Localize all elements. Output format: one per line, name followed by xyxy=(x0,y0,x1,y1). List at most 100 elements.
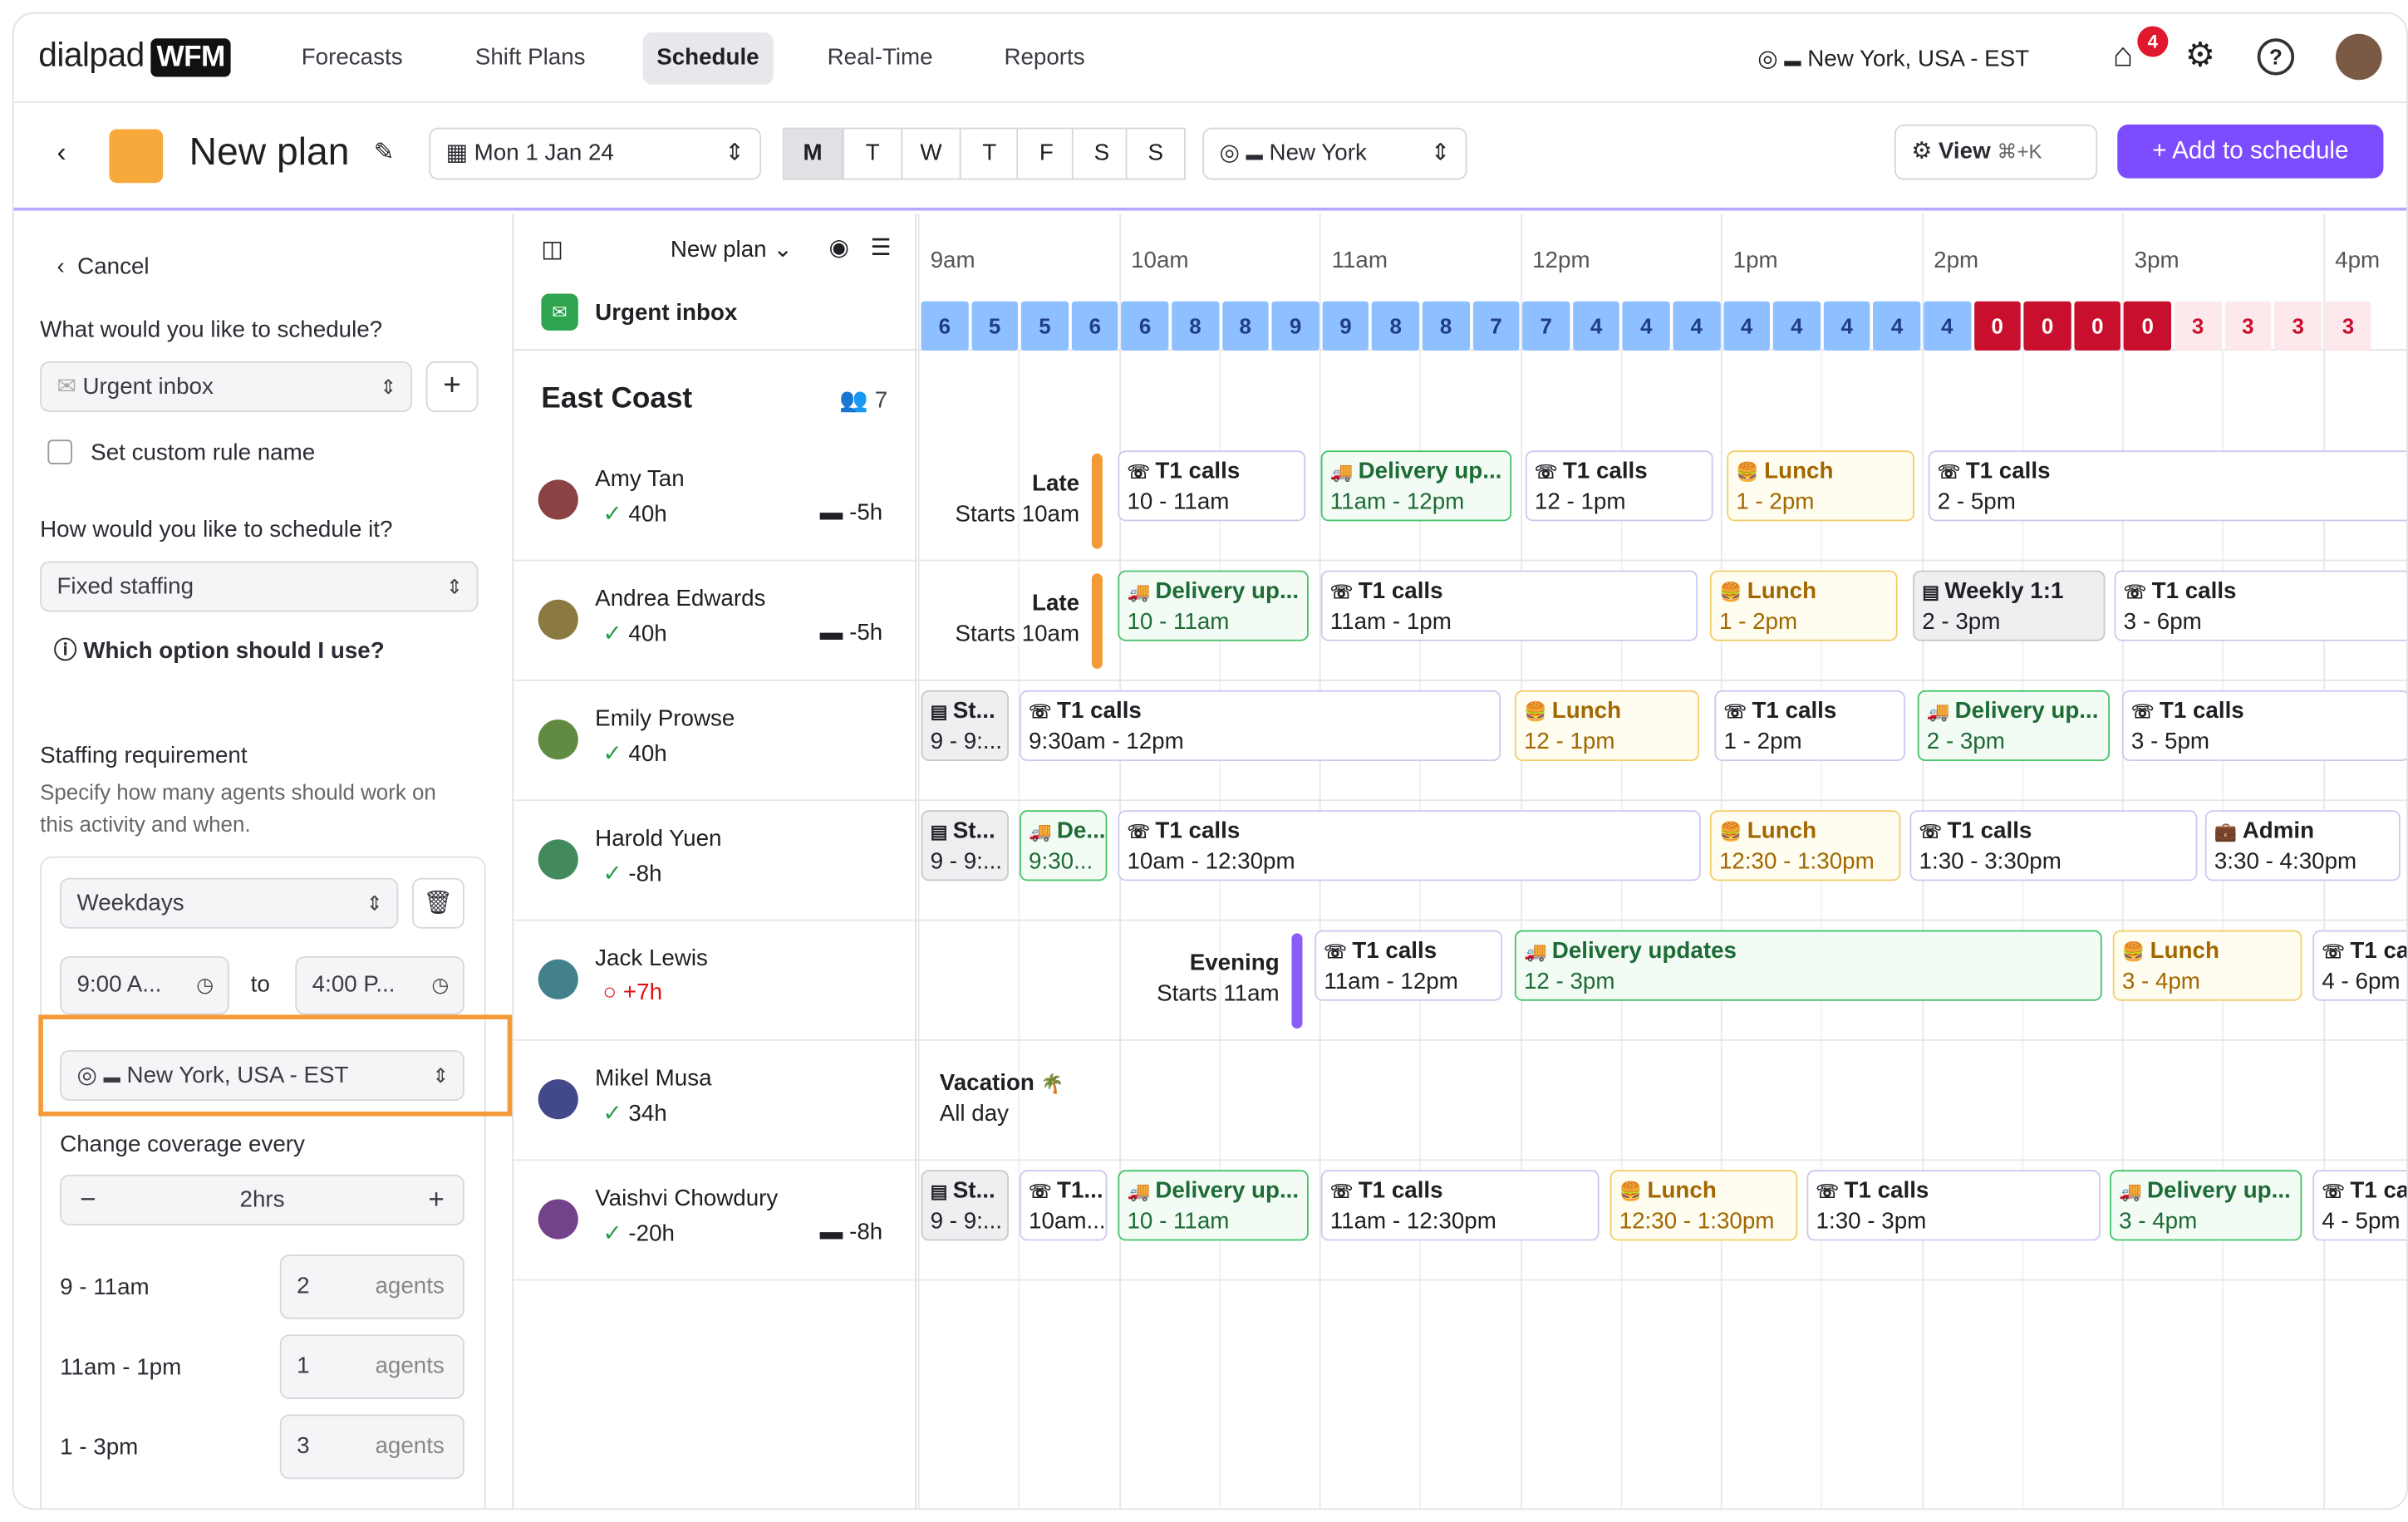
activity-block[interactable]: 🚚 De... 9:30... xyxy=(1019,810,1108,881)
nav-shift-plans[interactable]: Shift Plans xyxy=(461,32,599,85)
start-time-input[interactable]: 9:00 A... ◷ xyxy=(60,956,229,1015)
end-time-input[interactable]: 4:00 P... ◷ xyxy=(295,956,464,1015)
activity-block[interactable]: 🍔 Lunch 12:30 - 1:30pm xyxy=(1609,1170,1798,1241)
coverage-cell[interactable]: 9 xyxy=(1322,301,1369,351)
agents-input[interactable]: 1 agents xyxy=(279,1334,464,1400)
activity-block[interactable]: 🚚 Delivery up... 11am - 12pm xyxy=(1320,450,1512,522)
person-cell[interactable]: Emily Prowse ✓ 40h xyxy=(514,681,917,801)
user-avatar[interactable] xyxy=(2336,33,2382,81)
activity-block[interactable]: ☏ T1 calls 1:30 - 3pm xyxy=(1806,1170,2101,1241)
activity-block[interactable]: ☏ T1... 10am... xyxy=(1019,1170,1108,1241)
agents-input[interactable]: 2 agents xyxy=(279,1254,464,1319)
person-cell[interactable]: Mikel Musa ✓ 34h xyxy=(514,1041,917,1161)
person-cell[interactable]: Amy Tan ✓ 40h ▬ -5h xyxy=(514,441,917,561)
coverage-cell[interactable]: 0 xyxy=(2124,301,2172,351)
back-icon[interactable]: ‹ xyxy=(57,137,66,169)
activity-block[interactable]: 🍔 Lunch 3 - 4pm xyxy=(2112,930,2302,1001)
coverage-stepper[interactable]: − 2hrs + xyxy=(60,1174,464,1225)
help-link[interactable]: ⓘ Which option should I use? xyxy=(54,633,385,665)
coverage-cell[interactable]: 4 xyxy=(1823,301,1871,351)
delete-icon[interactable]: 🗑 xyxy=(411,877,464,929)
activity-block[interactable]: 🚚 Delivery updates 12 - 3pm xyxy=(1514,930,2102,1001)
activity-block[interactable]: 🍔 Lunch 1 - 2pm xyxy=(1727,450,1914,522)
coverage-cell[interactable]: 8 xyxy=(1221,301,1270,351)
activity-block[interactable]: ☏ T1 calls 11am - 1pm xyxy=(1320,570,1698,641)
activity-block[interactable]: 🍔 Lunch 12:30 - 1:30pm xyxy=(1709,810,1901,881)
filter-icon[interactable]: ☰ xyxy=(870,233,891,261)
day-sun[interactable]: S xyxy=(1125,127,1186,180)
sidebar-toggle-icon[interactable]: ◫ xyxy=(541,235,563,263)
coverage-cell[interactable]: 4 xyxy=(1873,301,1921,351)
nav-forecasts[interactable]: Forecasts xyxy=(287,32,416,85)
nav-real-time[interactable]: Real-Time xyxy=(813,32,946,85)
day-thu[interactable]: T xyxy=(959,127,1020,180)
coverage-cell[interactable]: 5 xyxy=(1021,301,1069,351)
person-cell[interactable]: Jack Lewis ○ +7h xyxy=(514,921,917,1041)
nav-schedule[interactable]: Schedule xyxy=(642,32,774,85)
shift-bar[interactable] xyxy=(1291,933,1303,1029)
coverage-cell[interactable]: 8 xyxy=(1372,301,1420,351)
activity-block[interactable]: 🚚 Delivery up... 3 - 4pm xyxy=(2110,1170,2302,1241)
help-icon[interactable]: ? xyxy=(2257,38,2295,76)
activity-block[interactable]: ☏ T1 calls 11am - 12:30pm xyxy=(1320,1170,1600,1241)
activity-block[interactable]: 🍔 Lunch 1 - 2pm xyxy=(1709,570,1898,641)
gear-icon[interactable]: ⚙ xyxy=(2185,36,2216,76)
coverage-cell[interactable]: 4 xyxy=(1673,301,1721,351)
shift-bar[interactable] xyxy=(1091,573,1103,670)
coverage-cell[interactable]: 3 xyxy=(2324,301,2372,351)
location-selector[interactable]: ◎ ▬ New York ⇕ xyxy=(1202,127,1467,180)
date-selector[interactable]: ▦ Mon 1 Jan 24 ⇕ xyxy=(429,127,762,180)
activity-block[interactable]: ☏ T1 calls 12 - 1pm xyxy=(1525,450,1713,522)
coverage-cell[interactable]: 6 xyxy=(1121,301,1169,351)
day-mon[interactable]: M xyxy=(782,127,843,180)
plus-icon[interactable]: + xyxy=(428,1176,444,1224)
activity-select[interactable]: ✉ Urgent inbox ⇕ xyxy=(40,361,412,412)
plan-select[interactable]: New plan ⌄ xyxy=(671,235,793,263)
activity-block[interactable]: ▤ St... 9 - 9:... xyxy=(921,1170,1009,1241)
activity-block[interactable]: ☏ T1 calls 1:30 - 3:30pm xyxy=(1909,810,2198,881)
activity-block[interactable]: ▤ St... 9 - 9:... xyxy=(921,690,1009,762)
custom-rule-checkbox[interactable] xyxy=(47,439,72,464)
coverage-cell[interactable]: 0 xyxy=(2023,301,2071,351)
day-wed[interactable]: W xyxy=(901,127,961,180)
coverage-cell[interactable]: 4 xyxy=(1924,301,1971,351)
activity-block[interactable]: ☏ T1 calls 2 - 5pm xyxy=(1928,450,2407,522)
minus-icon[interactable]: − xyxy=(80,1176,96,1224)
agents-input[interactable]: 3 agents xyxy=(279,1414,464,1480)
coverage-cell[interactable]: 4 xyxy=(1722,301,1771,351)
method-select[interactable]: Fixed staffing ⇕ xyxy=(40,561,479,612)
day-sat[interactable]: S xyxy=(1071,127,1133,180)
logo[interactable]: dialpad WFM xyxy=(38,36,232,77)
nav-reports[interactable]: Reports xyxy=(990,32,1099,85)
activity-block[interactable]: ☏ T1 ca 4 - 5pm xyxy=(2312,1170,2407,1241)
coverage-cell[interactable]: 0 xyxy=(2074,301,2121,351)
activity-block[interactable]: ☏ T1 calls 11am - 12pm xyxy=(1315,930,1503,1001)
person-cell[interactable]: Harold Yuen ✓ -8h xyxy=(514,801,917,921)
days-select[interactable]: Weekdays ⇕ xyxy=(60,877,399,929)
coverage-cell[interactable]: 9 xyxy=(1271,301,1319,351)
coverage-cell[interactable]: 6 xyxy=(921,301,969,351)
activity-block[interactable]: ☏ T1 calls 3 - 6pm xyxy=(2114,570,2407,641)
cancel-link[interactable]: ‹ Cancel xyxy=(57,253,149,279)
coverage-cell[interactable]: 7 xyxy=(1522,301,1570,351)
coverage-cell[interactable]: 3 xyxy=(2224,301,2272,351)
coverage-cell[interactable]: 6 xyxy=(1071,301,1119,351)
coverage-cell[interactable]: 8 xyxy=(1172,301,1219,351)
activity-block[interactable]: ☏ T1 calls 10 - 11am xyxy=(1118,450,1306,522)
coverage-cell[interactable]: 4 xyxy=(1623,301,1670,351)
coverage-cell[interactable]: 3 xyxy=(2174,301,2222,351)
coverage-cell[interactable]: 4 xyxy=(1572,301,1620,351)
activity-block[interactable]: ☏ T1 calls 1 - 2pm xyxy=(1714,690,1905,762)
activity-block[interactable]: 💼 Admin 3:30 - 4:30pm xyxy=(2204,810,2401,881)
eye-icon[interactable]: ◉ xyxy=(828,233,848,261)
edit-pencil-icon[interactable]: ✎ xyxy=(374,137,395,168)
activity-block[interactable]: 🚚 Delivery up... 10 - 11am xyxy=(1118,570,1309,641)
timezone-selector[interactable]: ◎ ▬ New York, USA - EST xyxy=(1757,45,2029,72)
coverage-cell[interactable]: 0 xyxy=(1973,301,2022,351)
coverage-cell[interactable]: 8 xyxy=(1422,301,1470,351)
activity-block[interactable]: ☏ T1 calls 10am - 12:30pm xyxy=(1118,810,1701,881)
shift-bar[interactable] xyxy=(1091,453,1103,549)
coverage-cell[interactable]: 3 xyxy=(2274,301,2322,351)
day-fri[interactable]: F xyxy=(1016,127,1077,180)
coverage-cell[interactable]: 7 xyxy=(1472,301,1520,351)
